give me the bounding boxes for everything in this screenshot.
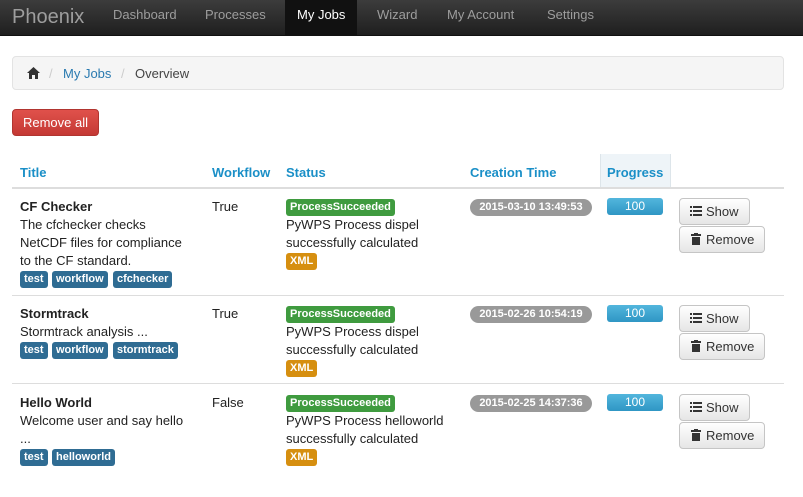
nav-dashboard[interactable]: Dashboard: [101, 0, 189, 36]
progress-bar: 100: [607, 305, 663, 322]
job-title-cell: Stormtrack Stormtrack analysis ...: [20, 305, 195, 341]
tag-badge[interactable]: test: [20, 271, 48, 288]
output-xml-link[interactable]: XML: [286, 449, 318, 466]
tag-badge[interactable]: workflow: [52, 271, 108, 288]
job-description-line: NetCDF files for compliance: [20, 235, 182, 250]
tag-badge[interactable]: test: [20, 342, 48, 359]
remove-button[interactable]: Remove: [679, 226, 766, 253]
header-divider: [12, 187, 784, 189]
remove-all-button[interactable]: Remove all: [12, 109, 99, 136]
progress-bar: 100: [607, 394, 663, 411]
row-divider: [12, 295, 784, 296]
remove-button-label: Remove: [706, 232, 755, 247]
nav-settings[interactable]: Settings: [535, 0, 606, 36]
column-header-status[interactable]: Status: [286, 165, 326, 180]
column-header-progress[interactable]: Progress: [607, 165, 663, 180]
column-header-workflow[interactable]: Workflow: [212, 165, 270, 180]
progress-fill: 100: [607, 394, 663, 411]
job-title: Stormtrack: [20, 306, 89, 321]
breadcrumb-my-jobs[interactable]: My Jobs: [63, 66, 111, 81]
column-header-title[interactable]: Title: [20, 165, 47, 180]
status-message-line: successfully calculated: [286, 342, 419, 357]
breadcrumb: / My Jobs / Overview: [12, 56, 784, 90]
tag-badge[interactable]: workflow: [52, 342, 108, 359]
show-button-label: Show: [706, 400, 739, 415]
tag-badge[interactable]: cfchecker: [113, 271, 173, 288]
remove-button-label: Remove: [706, 428, 755, 443]
progress-fill: 100: [607, 198, 663, 215]
remove-button[interactable]: Remove: [679, 422, 766, 449]
breadcrumb-current: Overview: [135, 66, 190, 81]
remove-button-label: Remove: [706, 339, 755, 354]
breadcrumb-separator: /: [49, 66, 53, 81]
creation-time-badge: 2015-02-25 14:37:36: [470, 395, 592, 412]
list-icon: [690, 313, 702, 323]
status-message-line: PyWPS Process dispel: [286, 324, 419, 339]
remove-button[interactable]: Remove: [679, 333, 766, 360]
tag-badge[interactable]: stormtrack: [113, 342, 178, 359]
creation-time-badge: 2015-02-26 10:54:19: [470, 306, 592, 323]
nav-processes[interactable]: Processes: [193, 0, 278, 36]
job-title-cell: Hello World Welcome user and say hello .…: [20, 394, 195, 448]
row-divider: [12, 383, 784, 384]
output-xml-link[interactable]: XML: [286, 253, 318, 270]
job-title: Hello World: [20, 395, 92, 410]
show-button[interactable]: Show: [679, 198, 750, 225]
job-description-line: Welcome user and say hello: [20, 413, 184, 428]
job-title: CF Checker: [20, 199, 93, 214]
show-button-label: Show: [706, 311, 739, 326]
home-icon[interactable]: [27, 67, 40, 79]
status-badge: ProcessSucceeded: [286, 306, 395, 323]
list-icon: [690, 402, 702, 412]
status-message-line: PyWPS Process dispel: [286, 217, 419, 232]
trash-icon: [691, 340, 701, 352]
status-message-line: PyWPS Process helloworld: [286, 413, 444, 428]
status-badge: ProcessSucceeded: [286, 395, 395, 412]
trash-icon: [691, 233, 701, 245]
progress-bar: 100: [607, 198, 663, 215]
tag-badge[interactable]: test: [20, 449, 48, 466]
job-description-line: Stormtrack analysis ...: [20, 324, 148, 339]
status-badge: ProcessSucceeded: [286, 199, 395, 216]
list-icon: [690, 206, 702, 216]
show-button-label: Show: [706, 204, 739, 219]
show-button[interactable]: Show: [679, 394, 750, 421]
tag-badge[interactable]: helloworld: [52, 449, 115, 466]
workflow-value: True: [212, 199, 239, 214]
status-message-line: successfully calculated: [286, 235, 419, 250]
job-description-line: ...: [20, 431, 31, 446]
column-header-creation-time[interactable]: Creation Time: [470, 165, 556, 180]
creation-time-badge: 2015-03-10 13:49:53: [470, 199, 592, 216]
job-description-line: to the CF standard.: [20, 253, 132, 268]
show-button[interactable]: Show: [679, 305, 750, 332]
trash-icon: [691, 429, 701, 441]
status-message-line: successfully calculated: [286, 431, 419, 446]
nav-wizard[interactable]: Wizard: [365, 0, 429, 36]
workflow-value: True: [212, 306, 239, 321]
top-navbar: Phoenix Dashboard Processes My Jobs Wiza…: [0, 0, 803, 36]
brand-logo[interactable]: Phoenix: [12, 3, 84, 31]
workflow-value: False: [212, 395, 244, 410]
job-title-cell: CF Checker The cfchecker checks NetCDF f…: [20, 198, 195, 270]
nav-my-account[interactable]: My Account: [435, 0, 526, 36]
job-description-line: The cfchecker checks: [20, 217, 146, 232]
progress-fill: 100: [607, 305, 663, 322]
output-xml-link[interactable]: XML: [286, 360, 318, 377]
breadcrumb-separator: /: [121, 66, 125, 81]
nav-my-jobs[interactable]: My Jobs: [285, 0, 358, 36]
